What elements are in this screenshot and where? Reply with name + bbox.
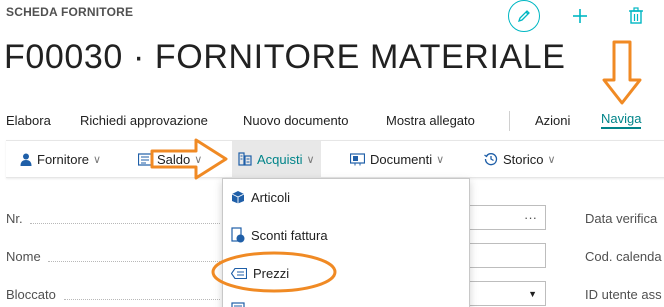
menu-item-sconti-fattura[interactable]: Sconti fattura bbox=[231, 223, 328, 247]
field-leader bbox=[64, 299, 220, 300]
chevron-down-icon: ∨ bbox=[306, 153, 315, 166]
tab-documenti-label: Documenti bbox=[370, 151, 433, 167]
tab-fornitore-label: Fornitore bbox=[37, 151, 90, 167]
purchases-icon bbox=[238, 152, 252, 166]
action-elabora[interactable]: Elabora bbox=[6, 113, 51, 128]
documents-icon bbox=[350, 152, 365, 165]
balance-icon bbox=[138, 152, 152, 166]
navigate-menubar: Fornitore ∨ Saldo ∨ Acquisti ∨ Documenti… bbox=[6, 140, 664, 178]
select-arrow-icon: ▼ bbox=[528, 288, 537, 299]
field-label-nr: Nr. bbox=[6, 211, 23, 226]
tab-fornitore[interactable]: Fornitore ∨ bbox=[20, 141, 101, 177]
tab-saldo[interactable]: Saldo ∨ bbox=[138, 141, 202, 177]
action-separator bbox=[509, 111, 510, 131]
nr-field[interactable]: ··· bbox=[466, 205, 546, 230]
menu-item-prezzi-label: Prezzi bbox=[253, 265, 290, 281]
bloccato-select[interactable]: ▼ bbox=[466, 281, 546, 306]
chevron-down-icon: ∨ bbox=[547, 153, 556, 166]
menu-item-sconti-fattura-label: Sconti fattura bbox=[251, 227, 328, 243]
tab-acquisti-label: Acquisti bbox=[257, 151, 303, 167]
add-icon[interactable] bbox=[562, 0, 598, 32]
acquisti-dropdown-menu: Articoli Sconti fattura Prezzi bbox=[222, 178, 470, 307]
tab-acquisti[interactable]: Acquisti ∨ bbox=[232, 141, 321, 177]
action-richiedi-approvazione[interactable]: Richiedi approvazione bbox=[80, 113, 208, 128]
assist-edit-icon[interactable]: ··· bbox=[524, 210, 537, 225]
tab-storico-label: Storico bbox=[503, 151, 544, 167]
delete-icon[interactable] bbox=[618, 0, 654, 32]
action-naviga[interactable]: Naviga bbox=[601, 111, 642, 129]
history-icon bbox=[484, 153, 498, 166]
field-label-id-utente: ID utente ass bbox=[585, 287, 662, 302]
field-label-bloccato: Bloccato bbox=[6, 287, 56, 302]
edit-icon[interactable] bbox=[506, 0, 542, 32]
tab-storico[interactable]: Storico ∨ bbox=[484, 141, 556, 177]
field-label-cod-calendario: Cod. calenda bbox=[585, 249, 662, 264]
action-mostra-allegato[interactable]: Mostra allegato bbox=[386, 113, 475, 128]
field-label-nome: Nome bbox=[6, 249, 41, 264]
menu-item-partial[interactable] bbox=[231, 297, 251, 307]
chevron-down-icon: ∨ bbox=[194, 153, 203, 166]
tab-saldo-label: Saldo bbox=[157, 151, 191, 167]
items-icon bbox=[231, 191, 245, 204]
chevron-down-icon: ∨ bbox=[93, 153, 102, 166]
field-label-data-verifica: Data verifica bbox=[585, 211, 658, 226]
tab-documenti[interactable]: Documenti ∨ bbox=[350, 141, 444, 177]
menu-item-articoli[interactable]: Articoli bbox=[231, 185, 290, 209]
partial-menu-icon bbox=[231, 302, 245, 307]
nome-field[interactable] bbox=[466, 243, 546, 268]
discount-icon bbox=[231, 227, 245, 243]
menu-item-articoli-label: Articoli bbox=[251, 189, 291, 205]
field-leader bbox=[48, 261, 220, 262]
page-title: F00030 · FORNITORE MATERIALE bbox=[4, 38, 566, 76]
page-caption: SCHEDA FORNITORE bbox=[6, 5, 134, 19]
annotation-arrow-down bbox=[602, 40, 642, 105]
person-icon bbox=[20, 153, 32, 166]
chevron-down-icon: ∨ bbox=[436, 153, 445, 166]
action-azioni[interactable]: Azioni bbox=[535, 113, 570, 128]
field-leader bbox=[30, 223, 220, 224]
menu-item-prezzi[interactable]: Prezzi bbox=[231, 261, 289, 285]
price-icon bbox=[231, 267, 247, 279]
action-nuovo-documento[interactable]: Nuovo documento bbox=[243, 113, 349, 128]
